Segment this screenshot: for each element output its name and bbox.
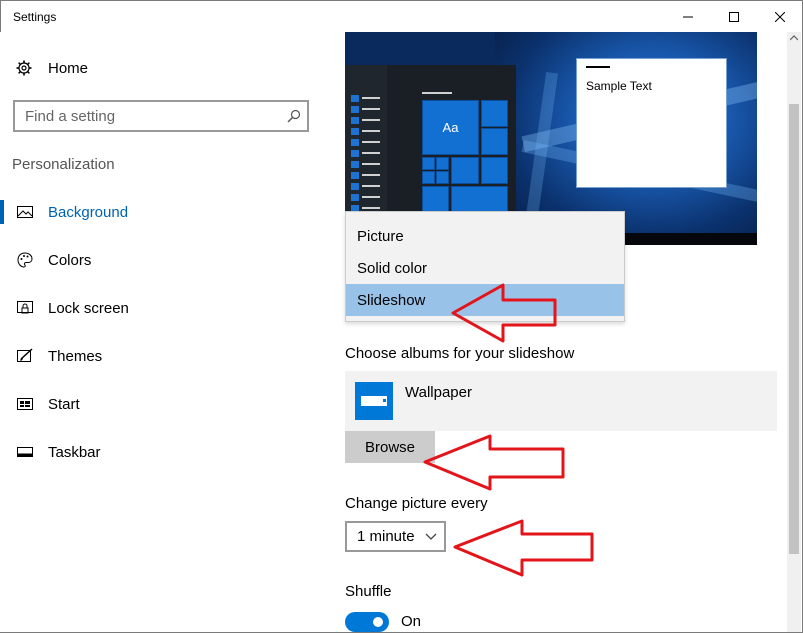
sidebar-item-background[interactable]: Background xyxy=(0,192,325,232)
chevron-down-icon xyxy=(425,533,437,540)
rail-line xyxy=(362,119,380,121)
rail-tile xyxy=(351,150,359,157)
rail-line xyxy=(362,141,380,143)
rail-line xyxy=(362,174,380,176)
background-type-dropdown[interactable]: Picture Solid color Slideshow xyxy=(345,211,625,322)
sample-title-bar xyxy=(586,66,610,68)
sidebar-item-start[interactable]: Start xyxy=(0,384,325,424)
rail-tile xyxy=(351,139,359,146)
taskbar-icon xyxy=(17,447,33,457)
start-tile xyxy=(481,157,508,184)
lock-screen-icon xyxy=(17,301,33,314)
start-tiles-icon xyxy=(17,398,33,410)
start-tile xyxy=(422,157,435,170)
start-tile xyxy=(422,171,435,184)
rail-tile xyxy=(351,106,359,113)
scrollbar-thumb[interactable] xyxy=(789,104,799,554)
image-icon xyxy=(17,206,33,218)
dropdown-option-label: Slideshow xyxy=(357,292,426,309)
rail-line xyxy=(362,207,380,209)
sidebar-item-label: Start xyxy=(48,396,80,413)
sidebar-item-lock-screen[interactable]: Lock screen xyxy=(0,288,325,328)
sidebar-item-label: Taskbar xyxy=(48,444,101,461)
rail-tile xyxy=(351,194,359,201)
scrollbar[interactable] xyxy=(787,32,801,632)
sidebar-item-colors[interactable]: Colors xyxy=(0,240,325,280)
window-title: Settings xyxy=(13,10,57,24)
rail-tile xyxy=(351,172,359,179)
rail-tile xyxy=(351,95,359,102)
start-tile xyxy=(481,128,508,155)
browse-button[interactable]: Browse xyxy=(345,431,435,463)
search-input[interactable]: Find a setting xyxy=(25,108,115,125)
nav-home-label: Home xyxy=(48,60,89,77)
nav-home[interactable]: Home xyxy=(0,52,325,84)
start-tile xyxy=(481,100,508,127)
dropdown-option-label: Solid color xyxy=(357,260,428,277)
sidebar-item-themes[interactable]: Themes xyxy=(0,336,325,376)
album-item[interactable]: Wallpaper xyxy=(345,371,777,431)
sidebar-item-taskbar[interactable]: Taskbar xyxy=(0,432,325,472)
album-name: Wallpaper xyxy=(405,384,472,401)
start-tile xyxy=(436,157,449,170)
section-title: Personalization xyxy=(12,156,115,173)
rail-line xyxy=(362,97,380,99)
minimize-button[interactable] xyxy=(665,1,711,33)
search-box[interactable]: Find a setting xyxy=(13,100,309,132)
dropdown-option-label: Picture xyxy=(357,228,404,245)
active-indicator xyxy=(0,200,4,224)
sidebar-item-label: Lock screen xyxy=(48,300,129,317)
rail-tile xyxy=(351,128,359,135)
gear-icon xyxy=(16,60,32,76)
shuffle-toggle[interactable] xyxy=(345,612,389,632)
title-bar: Settings xyxy=(1,1,802,33)
rail-tile xyxy=(351,161,359,168)
rail-line xyxy=(362,163,380,165)
sidebar: Home Find a setting Personalization Back… xyxy=(0,32,325,632)
start-tile xyxy=(451,186,508,213)
scroll-up-icon[interactable] xyxy=(790,35,798,41)
sidebar-item-label: Background xyxy=(48,204,129,221)
start-tile xyxy=(436,171,449,184)
rail-tile xyxy=(351,117,359,124)
search-icon xyxy=(287,109,301,123)
folder-icon-dot xyxy=(383,399,386,402)
maximize-button[interactable] xyxy=(711,1,757,33)
minimize-icon xyxy=(683,16,693,18)
start-tile xyxy=(451,157,479,184)
dropdown-option-picture[interactable]: Picture xyxy=(346,220,624,252)
shuffle-state: On xyxy=(401,613,422,630)
folder-icon xyxy=(355,382,393,420)
close-button[interactable] xyxy=(757,1,802,33)
sidebar-item-label: Colors xyxy=(48,252,92,269)
rail-line xyxy=(362,196,380,198)
palette-icon xyxy=(17,252,33,268)
sidebar-item-label: Themes xyxy=(48,348,103,365)
close-icon xyxy=(775,12,785,22)
interval-select[interactable]: 1 minute xyxy=(345,521,446,552)
dropdown-option-solid-color[interactable]: Solid color xyxy=(346,252,624,284)
rail-line xyxy=(362,152,380,154)
interval-label: Change picture every xyxy=(345,495,488,512)
toggle-knob xyxy=(373,617,383,627)
browse-button-label: Browse xyxy=(364,439,416,456)
start-tile xyxy=(422,186,449,213)
tile-aa: Aa xyxy=(422,100,479,155)
brush-icon xyxy=(17,348,33,362)
albums-label: Choose albums for your slideshow xyxy=(345,345,575,362)
interval-value: 1 minute xyxy=(357,528,415,545)
maximize-icon xyxy=(729,12,739,22)
rail-line xyxy=(362,130,380,132)
dropdown-option-slideshow[interactable]: Slideshow xyxy=(346,284,624,316)
rail-line xyxy=(362,185,380,187)
rail-line xyxy=(362,108,380,110)
sample-text: Sample Text xyxy=(586,79,652,93)
tile-aa-label: Aa xyxy=(442,120,459,135)
rail-tile xyxy=(351,183,359,190)
sample-window: Sample Text xyxy=(576,58,727,188)
shuffle-label: Shuffle xyxy=(345,583,392,600)
start-menu-header-line xyxy=(422,92,452,94)
